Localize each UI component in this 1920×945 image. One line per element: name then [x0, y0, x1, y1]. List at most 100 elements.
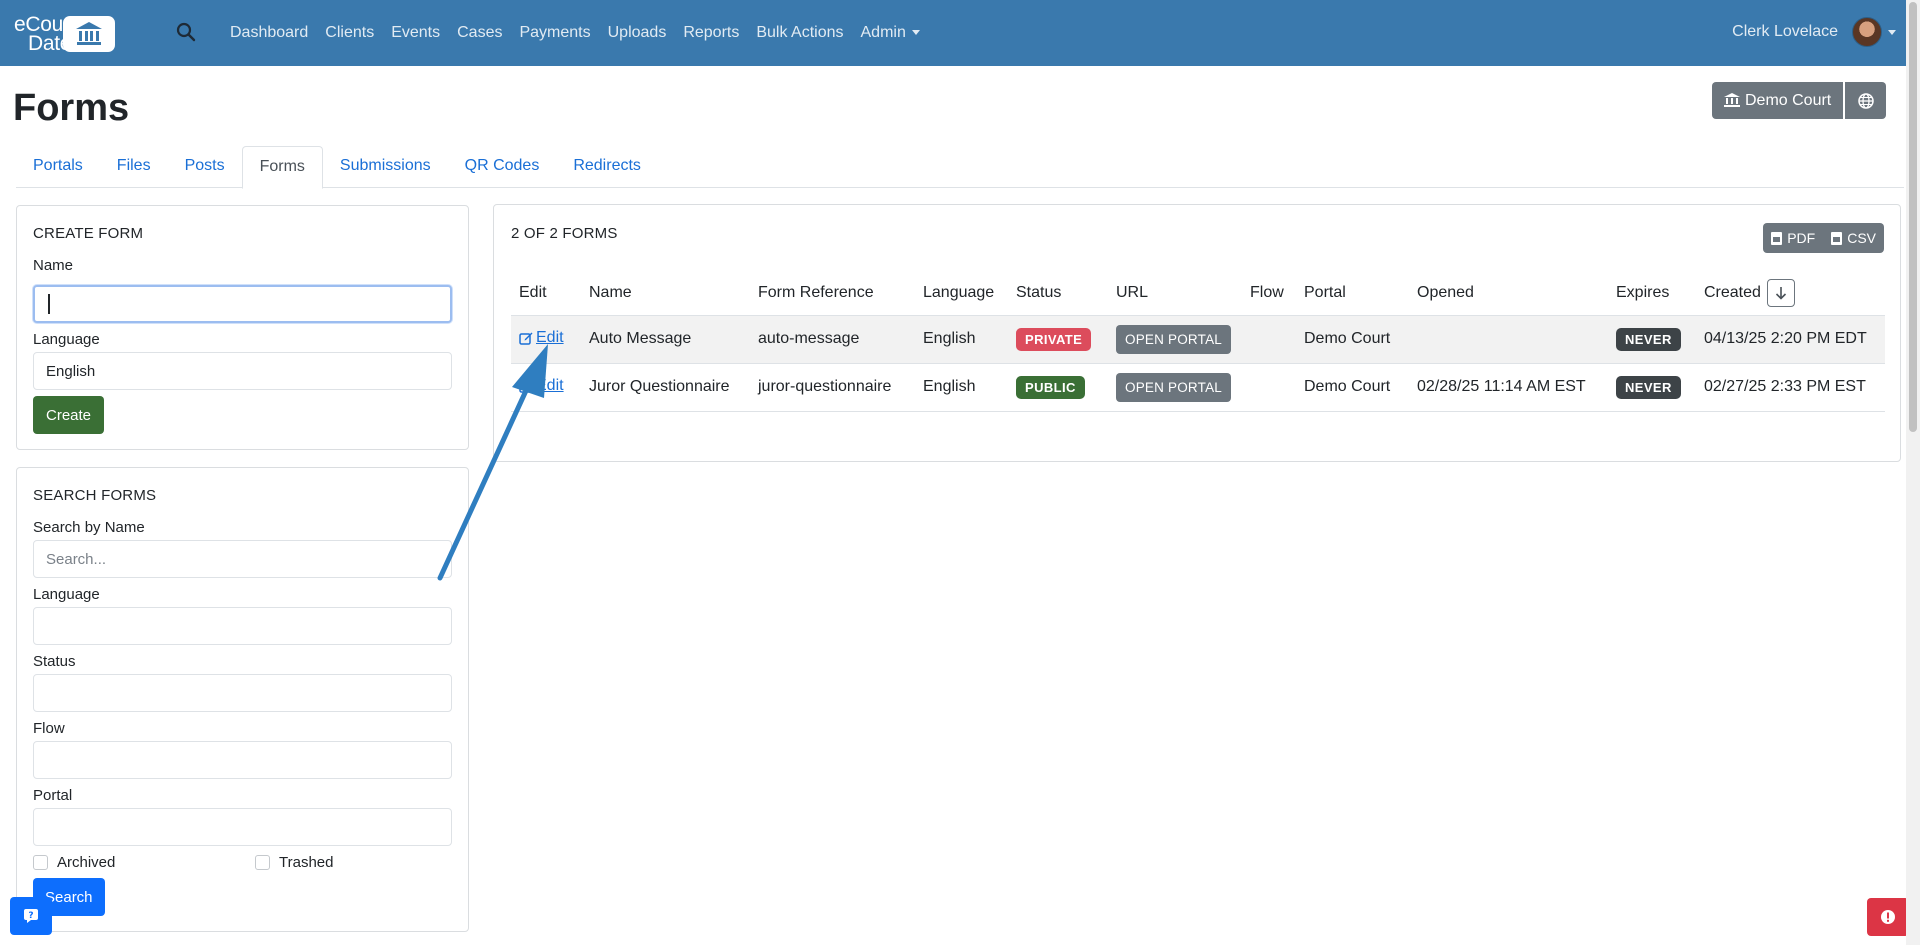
search-portal-label: Portal: [33, 787, 73, 804]
tab-redirects[interactable]: Redirects: [556, 146, 658, 188]
col-opened[interactable]: Opened: [1409, 271, 1608, 316]
svg-text:?: ?: [28, 911, 33, 921]
user-menu[interactable]: Clerk Lovelace: [1732, 17, 1896, 47]
nav-cases[interactable]: Cases: [457, 24, 502, 42]
ecourtdate-logo[interactable]: eCourt Date: [14, 14, 116, 54]
tab-posts[interactable]: Posts: [168, 146, 242, 188]
col-name[interactable]: Name: [581, 271, 750, 316]
tab-files[interactable]: Files: [100, 146, 168, 188]
cell-opened: [1409, 315, 1608, 364]
scrollbar-thumb[interactable]: [1909, 2, 1917, 432]
search-language-label: Language: [33, 586, 100, 603]
cell-created: 04/13/25 2:20 PM EDT: [1696, 315, 1885, 364]
table-row: Edit Auto Message auto-message English P…: [511, 315, 1885, 364]
page-title: Forms: [13, 87, 130, 129]
cell-expires: NEVER: [1608, 315, 1696, 364]
cell-reference: juror-questionnaire: [750, 363, 915, 412]
top-navbar: eCourt Date Dashboard Clients Events Cas…: [0, 0, 1920, 66]
col-url: URL: [1108, 271, 1242, 316]
search-language-select[interactable]: [33, 607, 452, 645]
expires-badge: NEVER: [1616, 375, 1681, 399]
search-flow-select[interactable]: [33, 741, 452, 779]
tab-qr-codes[interactable]: QR Codes: [448, 146, 557, 188]
edit-link[interactable]: Edit: [519, 377, 564, 395]
edit-link-label: Edit: [536, 376, 564, 394]
export-pdf-button[interactable]: PDF: [1763, 223, 1823, 253]
export-pdf-label: PDF: [1787, 230, 1816, 246]
nav-reports[interactable]: Reports: [683, 24, 739, 42]
edit-icon: [519, 380, 533, 393]
open-portal-button[interactable]: OPEN PORTAL: [1116, 372, 1231, 402]
col-created-label: Created: [1704, 283, 1761, 301]
nav-payments[interactable]: Payments: [519, 24, 590, 42]
table-row: Edit Juror Questionnaire juror-questionn…: [511, 363, 1885, 412]
nav-dashboard[interactable]: Dashboard: [230, 24, 308, 42]
tab-forms[interactable]: Forms: [241, 146, 323, 189]
export-buttons: PDF CSV: [1763, 223, 1884, 253]
demo-court-button[interactable]: Demo Court: [1712, 82, 1844, 119]
table-header-row: Edit Name Form Reference Language Status…: [511, 271, 1885, 316]
search-forms-heading: SEARCH FORMS: [33, 487, 157, 504]
court-switcher: Demo Court: [1712, 82, 1887, 119]
alert-button[interactable]: [1867, 898, 1909, 936]
tab-submissions[interactable]: Submissions: [323, 146, 448, 188]
col-status[interactable]: Status: [1008, 271, 1108, 316]
nav-uploads[interactable]: Uploads: [608, 24, 667, 42]
tab-portals[interactable]: Portals: [16, 146, 100, 188]
sort-button[interactable]: [1767, 278, 1796, 307]
pdf-icon: [1771, 231, 1783, 245]
globe-button[interactable]: [1843, 82, 1887, 119]
create-button[interactable]: Create: [33, 396, 105, 434]
col-language[interactable]: Language: [915, 271, 1008, 316]
language-label: Language: [33, 331, 100, 348]
create-form-heading: CREATE FORM: [33, 225, 144, 242]
search-status-select[interactable]: [33, 674, 452, 712]
language-select-value: English: [46, 362, 96, 380]
col-edit: Edit: [511, 271, 581, 316]
expires-badge: NEVER: [1616, 327, 1681, 351]
edit-icon: [519, 332, 533, 345]
edit-link[interactable]: Edit: [519, 329, 564, 347]
globe-icon: [1858, 92, 1874, 109]
page-scrollbar[interactable]: [1906, 0, 1920, 945]
help-button[interactable]: ?: [10, 897, 52, 935]
search-name-input[interactable]: Search...: [33, 540, 452, 578]
archived-checkbox[interactable]: [33, 855, 48, 870]
alert-icon: [1881, 910, 1895, 924]
col-form-reference[interactable]: Form Reference: [750, 271, 915, 316]
archived-label: Archived: [57, 854, 116, 871]
trashed-checkbox-row: Trashed: [255, 854, 333, 871]
court-button-label: Demo Court: [1745, 91, 1832, 109]
trashed-label: Trashed: [279, 854, 334, 871]
edit-cell: Edit: [511, 315, 581, 364]
open-portal-button[interactable]: OPEN PORTAL: [1116, 324, 1231, 354]
search-name-label: Search by Name: [33, 519, 145, 536]
help-icon: ?: [24, 909, 38, 923]
cell-url: OPEN PORTAL: [1108, 315, 1242, 364]
cell-url: OPEN PORTAL: [1108, 363, 1242, 412]
nav-admin-dropdown[interactable]: Admin: [861, 24, 920, 42]
cell-reference: auto-message: [750, 315, 915, 364]
section-tabs: Portals Files Posts Forms Submissions QR…: [16, 146, 1904, 189]
nav-events[interactable]: Events: [391, 24, 440, 42]
language-select[interactable]: English: [33, 352, 452, 390]
col-created[interactable]: Created: [1696, 271, 1885, 316]
col-flow[interactable]: Flow: [1242, 271, 1296, 316]
cell-portal: Demo Court: [1296, 315, 1409, 364]
bank-icon: [63, 16, 116, 52]
nav-bulk-actions[interactable]: Bulk Actions: [756, 24, 843, 42]
create-form-card: CREATE FORM Name Language English Create: [16, 205, 469, 450]
cell-portal: Demo Court: [1296, 363, 1409, 412]
cell-expires: NEVER: [1608, 363, 1696, 412]
export-csv-button[interactable]: CSV: [1823, 223, 1884, 253]
nav-clients[interactable]: Clients: [325, 24, 374, 42]
search-portal-select[interactable]: [33, 808, 452, 846]
form-name-input[interactable]: [33, 285, 452, 323]
cell-opened: 02/28/25 11:14 AM EST: [1409, 363, 1608, 412]
cell-created: 02/27/25 2:33 PM EST: [1696, 363, 1885, 412]
col-portal[interactable]: Portal: [1296, 271, 1409, 316]
search-icon[interactable]: [176, 22, 196, 42]
col-expires[interactable]: Expires: [1608, 271, 1696, 316]
search-status-label: Status: [33, 653, 76, 670]
trashed-checkbox[interactable]: [255, 855, 270, 870]
